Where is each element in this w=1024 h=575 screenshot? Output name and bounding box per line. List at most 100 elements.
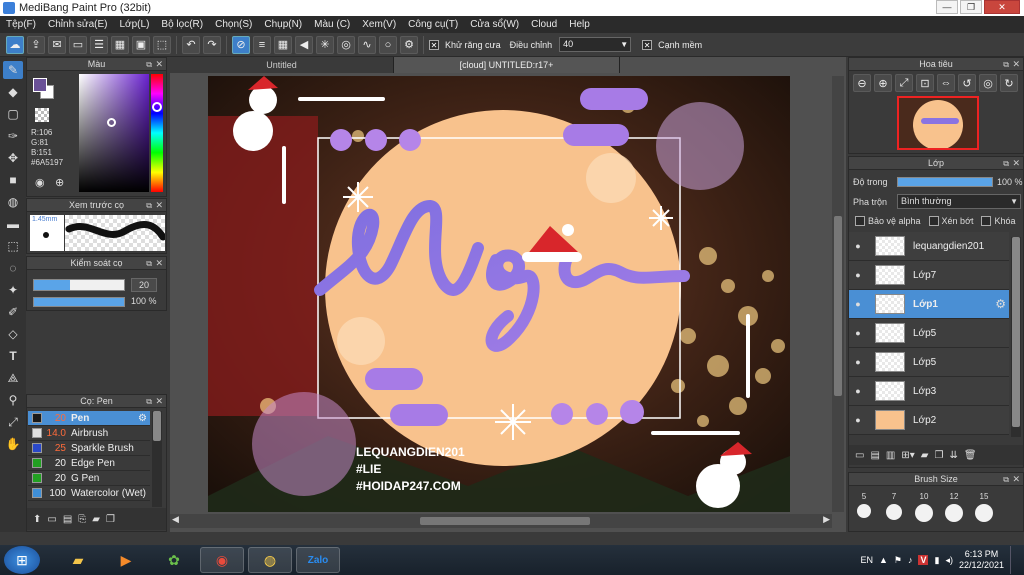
merge-layer-icon[interactable]: ⇊ (949, 450, 957, 461)
protect-alpha-checkbox[interactable] (855, 216, 865, 226)
visibility-icon[interactable]: ● (851, 328, 865, 338)
snap-off-icon[interactable]: ⊘ (232, 35, 250, 54)
text-tool-icon[interactable]: T (3, 347, 23, 365)
ellipse-snap-icon[interactable]: ○ (379, 35, 397, 54)
undo-icon[interactable]: ↶ (182, 35, 200, 54)
layer-row[interactable]: ● Lớp2 (849, 406, 1009, 435)
visibility-icon[interactable]: ● (851, 357, 865, 367)
crop-icon[interactable]: ⬚ (153, 35, 171, 54)
new-brush-icon[interactable]: ▭ (47, 514, 56, 525)
brush-item[interactable]: 14.0 Airbrush (28, 426, 150, 441)
vanishing-snap-icon[interactable]: ◀ (295, 35, 313, 54)
select-tool-icon[interactable]: ⬚ (3, 237, 23, 255)
menu-help[interactable]: Help (563, 19, 596, 30)
brush-size-preset[interactable]: 7 (879, 492, 909, 522)
visibility-icon[interactable]: ● (851, 299, 865, 309)
network-icon[interactable]: ▮ (934, 555, 939, 566)
scrollbar-thumb[interactable] (1012, 237, 1020, 427)
vietkey-icon[interactable]: V (918, 555, 929, 565)
fit-icon[interactable]: ⤢ (895, 74, 913, 92)
close-panel-icon[interactable]: ✕ (155, 199, 163, 212)
clock[interactable]: 6:13 PM 22/12/2021 (959, 549, 1004, 571)
duplicate-layer-icon[interactable]: ❐ (934, 450, 943, 461)
folder-icon[interactable]: ▰ (921, 450, 929, 461)
menu-tools[interactable]: Công cụ(T) (402, 19, 464, 30)
flip-icon[interactable]: ⇔ (937, 74, 955, 92)
fill-rect-tool-icon[interactable]: ■ (3, 171, 23, 189)
new-layer-icon[interactable]: ▭ (855, 450, 864, 461)
minimize-button[interactable]: — (936, 0, 958, 14)
visibility-icon[interactable]: ● (851, 415, 865, 425)
divide-tool-icon[interactable]: ⟁ (3, 369, 23, 387)
transparent-swatch[interactable] (35, 108, 49, 122)
menu-view[interactable]: Xem(V) (356, 19, 402, 30)
brush-size-preset[interactable]: 10 (909, 492, 939, 522)
tray-up-icon[interactable]: ▲ (879, 555, 888, 565)
tab-cloud-untitled[interactable]: [cloud] UNTITLED:r17+ (394, 57, 620, 73)
antialias-checkbox[interactable] (429, 39, 439, 50)
scrollbar-thumb[interactable] (420, 517, 590, 525)
palette-icon[interactable]: ◉ (35, 176, 45, 189)
snap-settings-icon[interactable]: ⚙ (400, 35, 418, 54)
app-icon[interactable]: ✿ (152, 547, 196, 573)
rotate-reset-icon[interactable]: ◎ (979, 74, 997, 92)
add-brush-icon[interactable]: ⬆ (33, 514, 41, 525)
lock-checkbox[interactable] (981, 216, 992, 226)
curve-snap-icon[interactable]: ∿ (358, 35, 376, 54)
layer-row[interactable]: ● Lớp3 (849, 377, 1009, 406)
zoom-out-icon[interactable]: ⊖ (853, 74, 871, 92)
duplicate-icon[interactable]: ❐ (106, 514, 115, 525)
popout-icon[interactable]: ⧉ (146, 395, 152, 408)
visibility-icon[interactable]: ● (851, 270, 865, 280)
brush-size-slider[interactable] (33, 279, 125, 291)
circle-snap-icon[interactable]: ◎ (337, 35, 355, 54)
zalo-icon[interactable]: Zalo (296, 547, 340, 573)
hand-tool-icon[interactable]: ✋ (3, 435, 23, 453)
close-panel-icon[interactable]: ✕ (155, 58, 163, 71)
medibang-icon[interactable]: ◍ (248, 547, 292, 573)
brush-item[interactable]: 20 Edge Pen (28, 456, 150, 471)
menu-color[interactable]: Màu (C) (308, 19, 356, 30)
cloud-icon[interactable]: ☁ (6, 35, 24, 54)
visibility-icon[interactable]: ● (851, 241, 865, 251)
comment-icon[interactable]: ✉ (48, 35, 66, 54)
close-button[interactable]: ✕ (984, 0, 1020, 14)
copy-brush-icon[interactable]: ⎘ (78, 514, 86, 525)
magic-wand-tool-icon[interactable]: ✦ (3, 281, 23, 299)
popout-icon[interactable]: ⧉ (146, 257, 152, 270)
horizontal-scrollbar[interactable]: ◀ ▶ (170, 514, 832, 528)
close-panel-icon[interactable]: ✕ (1012, 58, 1020, 71)
speaker-icon[interactable]: ◂) (945, 555, 953, 566)
gear-icon[interactable]: ⚙ (138, 413, 147, 424)
clipping-checkbox[interactable] (928, 216, 939, 226)
layer-opacity-slider[interactable] (897, 177, 993, 187)
scrollbar-thumb[interactable] (153, 411, 161, 441)
hue-cursor[interactable] (152, 102, 162, 112)
scroll-left-icon[interactable]: ◀ (172, 514, 179, 525)
maximize-button[interactable]: ❐ (960, 0, 982, 14)
brush-menu-icon[interactable]: ▤ (63, 514, 72, 525)
layer-row[interactable]: ● Lớp5 (849, 348, 1009, 377)
gradient-tool-icon[interactable]: ▬ (3, 215, 23, 233)
bucket-tool-icon[interactable]: ◍ (3, 193, 23, 211)
move-tool-icon[interactable]: ✥ (3, 149, 23, 167)
popout-icon[interactable]: ⧉ (1003, 58, 1009, 71)
brush-item[interactable]: 20 Pen ⚙ (28, 411, 150, 426)
rotate-left-icon[interactable]: ↺ (958, 74, 976, 92)
flag-icon[interactable]: ⚑ (894, 555, 902, 566)
scrollbar-thumb[interactable] (834, 216, 842, 396)
brush-opacity-slider[interactable] (33, 297, 125, 307)
grid-icon[interactable]: ▦ (111, 35, 129, 54)
menu-select[interactable]: Chọn(S) (209, 19, 258, 30)
smooth-edge-checkbox[interactable] (642, 39, 653, 50)
new-halftone-layer-icon[interactable]: ▤ (870, 450, 879, 461)
popout-icon[interactable]: ⧉ (146, 58, 152, 71)
lasso-tool-icon[interactable]: ◌ (3, 259, 23, 277)
new-8bit-layer-icon[interactable]: ▥ (886, 450, 895, 461)
menu-layer[interactable]: Lớp(L) (114, 19, 156, 30)
layer-row[interactable]: ● Lớp7 (849, 261, 1009, 290)
file-explorer-icon[interactable]: ▰ (56, 547, 100, 573)
transform-tool-icon[interactable]: ⤢ (3, 413, 23, 431)
zoom-in-icon[interactable]: ⊕ (874, 74, 892, 92)
vertical-scrollbar[interactable] (832, 76, 844, 512)
